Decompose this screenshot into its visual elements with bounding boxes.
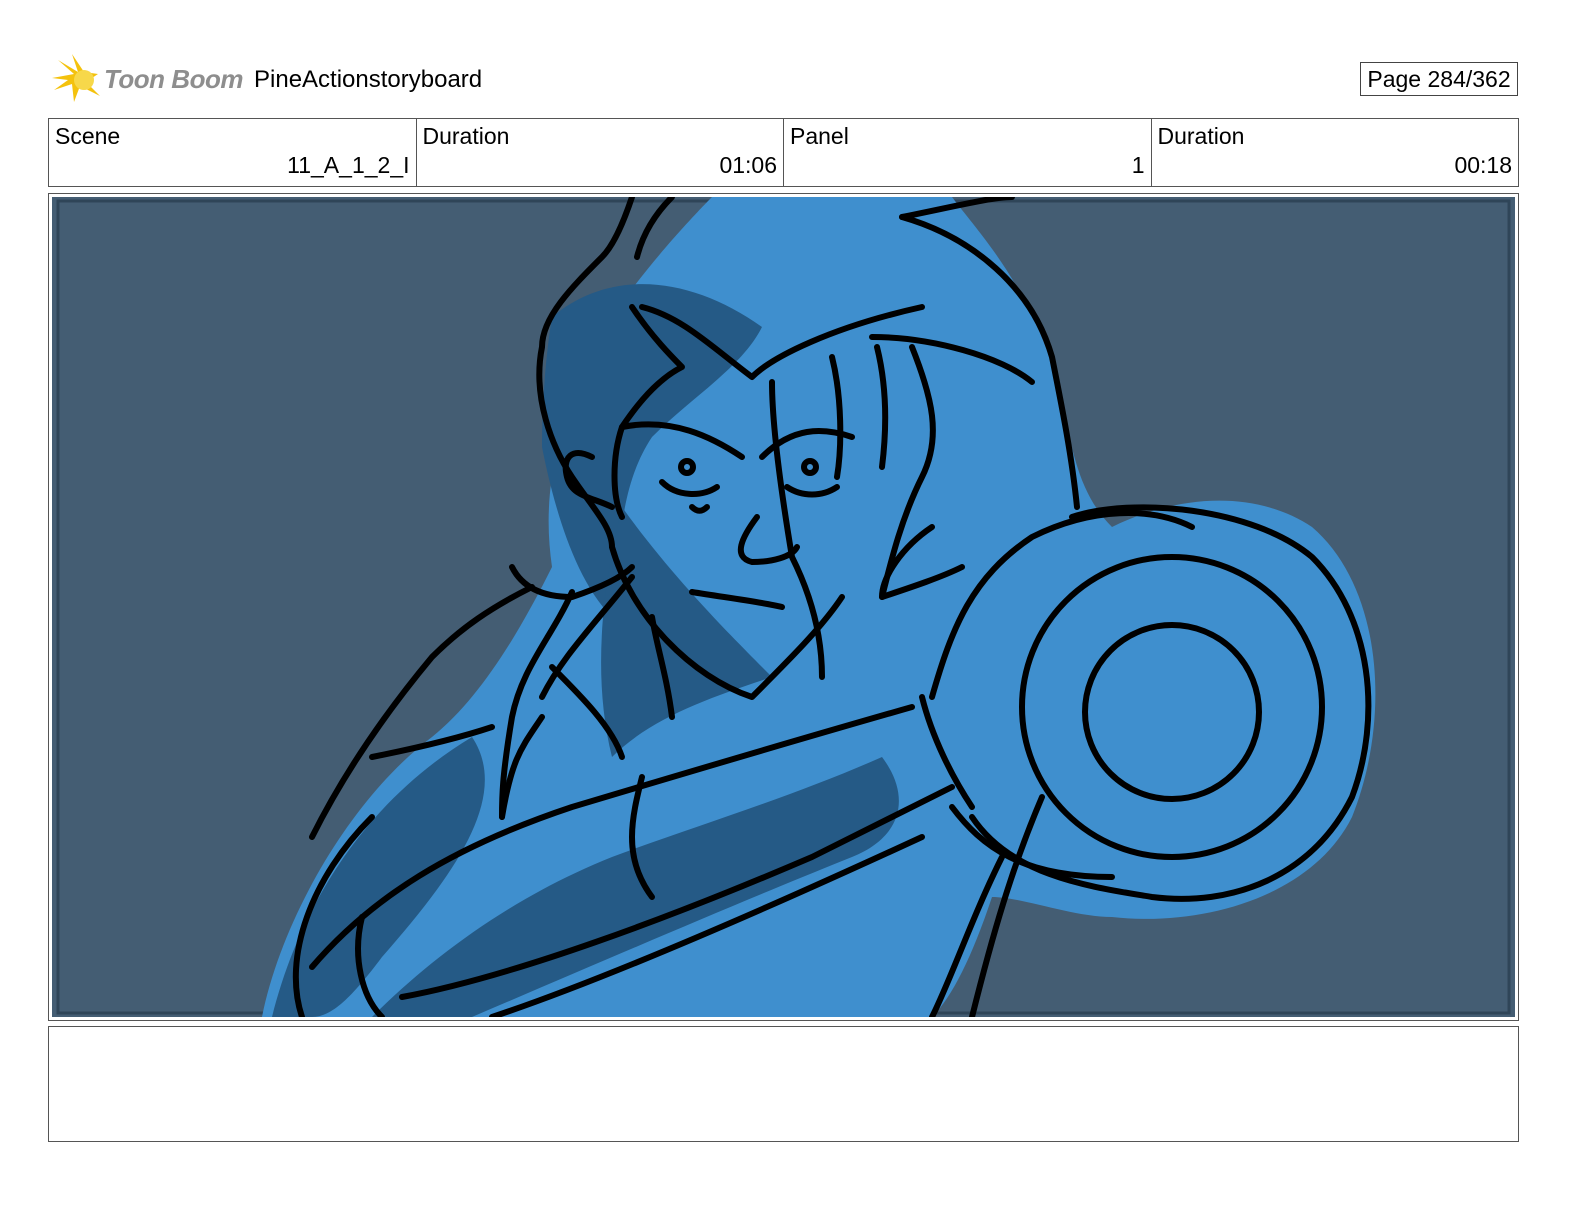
panel-duration-value: 00:18 <box>1454 152 1512 178</box>
storyboard-panel-image <box>52 197 1515 1017</box>
page-indicator: Page 284/362 <box>1360 62 1518 96</box>
scene-duration-cell: Duration 01:06 <box>415 119 784 186</box>
scene-info-table: Scene 11_A_1_2_I Duration 01:06 Panel 1 … <box>48 118 1519 187</box>
panel-value: 1 <box>1131 152 1145 178</box>
project-title: PineActionstoryboard <box>254 66 483 93</box>
panel-notes-box <box>48 1026 1519 1142</box>
panel-label: Panel <box>790 123 849 149</box>
scene-duration-value: 01:06 <box>719 152 777 178</box>
scene-label: Scene <box>55 123 121 149</box>
panel-duration-label: Duration <box>1157 123 1245 149</box>
panel-duration-cell: Duration 00:18 <box>1150 119 1519 186</box>
panel-cell: Panel 1 <box>783 119 1151 186</box>
scene-value: 11_A_1_2_I <box>287 152 410 178</box>
logo-text: Toon Boom <box>104 64 243 94</box>
scene-cell: Scene 11_A_1_2_I <box>49 119 416 186</box>
scene-duration-label: Duration <box>422 123 510 149</box>
